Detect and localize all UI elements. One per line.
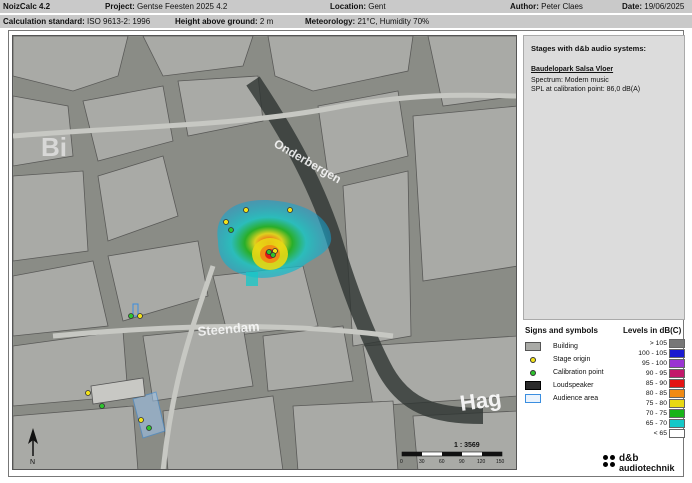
stage-spectrum: Spectrum: Modern music bbox=[531, 77, 609, 84]
calc-standard-field: Calculation standard: ISO 9613-2: 1996 bbox=[3, 17, 151, 26]
level-row: > 105 bbox=[623, 339, 685, 348]
legend-loudspeaker: Loudspeaker bbox=[523, 381, 618, 391]
noise-map[interactable]: Bi Onderbergen Steendam Hag N 1 : 3569 0… bbox=[12, 35, 517, 470]
legend-calibration-point: Calibration point bbox=[523, 368, 618, 378]
scale-tick: 120 bbox=[477, 459, 486, 465]
level-row: 95 - 100 bbox=[623, 359, 685, 368]
legend-stage-origin: Stage origin bbox=[523, 355, 618, 365]
location-field: Location: Gent bbox=[330, 2, 386, 11]
level-row: 100 - 105 bbox=[623, 349, 685, 358]
level-row: 80 - 85 bbox=[623, 389, 685, 398]
building-swatch bbox=[525, 342, 541, 351]
stage-name: Baudelopark Salsa Vloer bbox=[531, 66, 614, 73]
header-bar-2: Calculation standard: ISO 9613-2: 1996 H… bbox=[0, 15, 692, 28]
map-canvas: Bi Onderbergen Steendam Hag N 1 : 3569 0… bbox=[13, 36, 516, 469]
legend-audience-area: Audience area bbox=[523, 394, 618, 404]
stage-spl: SPL at calibration point: 86,0 dB(A) bbox=[531, 86, 641, 93]
level-row: 90 - 95 bbox=[623, 369, 685, 378]
scale-tick: 0 bbox=[400, 459, 403, 465]
level-row: 85 - 90 bbox=[623, 379, 685, 388]
scale-tick: 30 bbox=[419, 459, 425, 465]
street-label: Bi bbox=[41, 132, 67, 162]
audience-area-swatch bbox=[525, 394, 541, 403]
height-field: Height above ground: 2 m bbox=[175, 17, 274, 26]
signs-title: Signs and symbols bbox=[525, 326, 598, 335]
date-field: Date: 19/06/2025 bbox=[622, 2, 685, 11]
level-row: < 65 bbox=[623, 429, 685, 438]
stage-origin-icon bbox=[530, 357, 536, 363]
stages-panel: Stages with d&b audio systems: Baudelopa… bbox=[523, 35, 685, 320]
scale-tick: 150 bbox=[496, 459, 505, 465]
loudspeaker-icon bbox=[525, 381, 541, 390]
calibration-point-icon bbox=[530, 370, 536, 376]
header-bar-1: NoizCalc 4.2 Project: Gentse Feesten 202… bbox=[0, 0, 692, 13]
level-row: 70 - 75 bbox=[623, 409, 685, 418]
app-title: NoizCalc 4.2 bbox=[3, 2, 51, 11]
logo-dots-icon bbox=[603, 455, 615, 467]
stages-title: Stages with d&b audio systems: bbox=[531, 44, 647, 53]
db-audiotechnik-logo: d&b audiotechnik bbox=[603, 453, 685, 475]
scale-tick: 90 bbox=[459, 459, 465, 465]
legend-building: Building bbox=[523, 342, 618, 352]
meteorology-field: Meteorology: 21°C, Humidity 70% bbox=[305, 17, 430, 26]
project-field: Project: Gentse Feesten 2025 4.2 bbox=[105, 2, 228, 11]
scale-tick: 60 bbox=[439, 459, 445, 465]
level-row: 65 - 70 bbox=[623, 419, 685, 428]
level-row: 75 - 80 bbox=[623, 399, 685, 408]
compass-label: N bbox=[30, 459, 35, 466]
author-field: Author: Peter Claes bbox=[510, 2, 583, 11]
legend: Signs and symbols Building Stage origin … bbox=[523, 325, 685, 443]
levels-title: Levels in dB(C) bbox=[623, 326, 682, 335]
scale-ratio: 1 : 3569 bbox=[454, 442, 480, 449]
